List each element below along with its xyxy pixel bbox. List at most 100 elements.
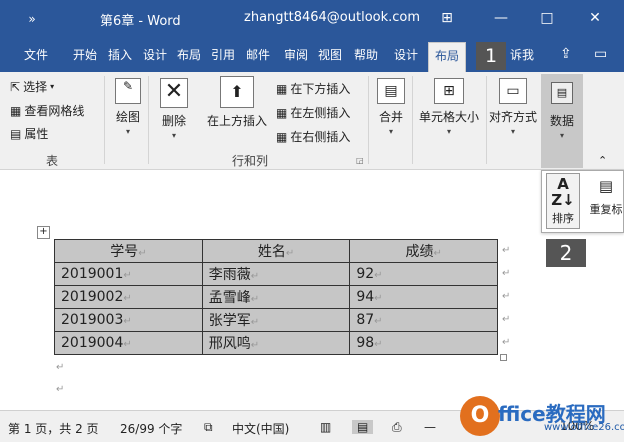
delete-label: 删除 (161, 114, 186, 128)
data-button[interactable]: ▤ 数据 ▾ (541, 74, 583, 168)
print-layout-icon[interactable]: ▤ (352, 420, 374, 434)
ribbon: ⇱ 选择 ▾ ▦ 查看网格线 ▤ 属性 表 ✎ 绘图 ▾ ✕ 删除 ▾ ⬆ 在上… (0, 72, 624, 170)
table-cell[interactable]: 92↵ (349, 262, 498, 286)
select-button[interactable]: ⇱ 选择 ▾ (10, 78, 54, 95)
chevron-down-icon: ▾ (510, 127, 515, 136)
insert-above-button[interactable]: ⬆ 在上方插入 (202, 76, 272, 129)
comments-icon[interactable]: ▭ (594, 46, 607, 62)
row-end-mark-icon: ↵ (502, 337, 511, 348)
insert-row-below-icon: ▦ (276, 81, 288, 96)
page-count[interactable]: 第 1 页，共 2 页 (8, 420, 99, 437)
repeat-header-rows-button[interactable]: ▤ 重复标 (586, 173, 624, 217)
dialog-launcher-icon[interactable]: ◲ (356, 156, 364, 165)
draw-button[interactable]: ✎ 绘图 ▾ (110, 78, 146, 136)
cell-size-button[interactable]: ⊞ 单元格大小 ▾ (414, 78, 484, 136)
group-divider (368, 76, 369, 164)
properties-button[interactable]: ▤ 属性 (10, 125, 48, 142)
insert-row-above-icon: ⬆ (220, 76, 254, 108)
merge-button[interactable]: ▤ 合并 ▾ (372, 78, 410, 136)
paragraph-mark-icon: ↵ (56, 362, 65, 373)
table-cell[interactable]: 孟雪峰↵ (201, 285, 351, 309)
sort-az-icon: A Z↓ (551, 175, 575, 209)
insert-left-label: 在左侧插入 (290, 106, 351, 120)
table-resize-handle-icon[interactable] (500, 354, 507, 361)
chevron-down-icon: ▾ (388, 127, 393, 136)
word-count[interactable]: 26/99 个字 (120, 420, 182, 437)
cursor-arrow-icon: ⇱ (10, 79, 21, 94)
insert-left-button[interactable]: ▦ 在左侧插入 (276, 104, 350, 121)
insert-right-button[interactable]: ▦ 在右侧插入 (276, 128, 350, 145)
tab-insert[interactable]: 插入 (108, 46, 132, 63)
ribbon-display-options-icon[interactable]: ⊞ (424, 6, 470, 30)
chevron-down-icon: ▾ (50, 82, 55, 91)
share-icon[interactable]: ⇪ (560, 46, 572, 62)
delete-table-icon: ✕ (160, 78, 188, 108)
tab-design[interactable]: 设计 (143, 46, 167, 63)
tab-mailings[interactable]: 邮件 (246, 46, 270, 63)
table-cell[interactable]: 2019003↵ (54, 308, 203, 332)
view-gridlines-button[interactable]: ▦ 查看网格线 (10, 102, 84, 119)
collapse-ribbon-icon[interactable]: ⌃ (598, 154, 607, 167)
repeat-header-icon: ▤ (598, 177, 614, 195)
insert-below-button[interactable]: ▦ 在下方插入 (276, 80, 350, 97)
tell-me-search[interactable]: 诉我 (510, 46, 534, 63)
quick-access-toolbar-icon[interactable]: » (0, 12, 64, 26)
account-name[interactable]: zhangtt8464@outlook.com (244, 10, 420, 25)
alignment-icon: ▭ (499, 78, 527, 104)
paragraph-mark-icon: ↵ (56, 384, 65, 395)
office-logo-icon: O (460, 396, 500, 436)
language-indicator[interactable]: 中文(中国) (232, 420, 289, 437)
table-cell[interactable]: 2019001↵ (54, 262, 203, 286)
table-cell[interactable]: 李雨薇↵ (201, 262, 351, 286)
table-cell[interactable]: 2019002↵ (54, 285, 203, 309)
table-cell[interactable]: 张学军↵ (201, 308, 351, 332)
table-move-handle-icon[interactable]: + (37, 226, 50, 239)
alignment-button[interactable]: ▭ 对齐方式 ▾ (486, 78, 540, 136)
tab-references[interactable]: 引用 (211, 46, 235, 63)
tab-file[interactable]: 文件 (24, 46, 48, 63)
table-row: 2019004↵ 邢风鸣↵ 98↵ (54, 331, 498, 355)
sort-button[interactable]: A Z↓ 排序 (546, 173, 580, 229)
row-end-mark-icon: ↵ (502, 291, 511, 302)
merge-label: 合并 (378, 110, 403, 124)
maximize-button[interactable]: □ (524, 6, 570, 30)
draw-label: 绘图 (115, 110, 140, 124)
tab-table-design[interactable]: 设计 (394, 46, 418, 63)
header-cell[interactable]: 姓名↵ (201, 239, 351, 263)
tab-review[interactable]: 审阅 (284, 46, 308, 63)
table-cell[interactable]: 2019004↵ (54, 331, 203, 355)
row-end-mark-icon: ↵ (502, 314, 511, 325)
table-cell[interactable]: 87↵ (349, 308, 498, 332)
table-cell[interactable]: 邢风鸣↵ (201, 331, 351, 355)
group-divider (412, 76, 413, 164)
title-bar: » 第6章 - Word zhangtt8464@outlook.com ⊞ —… (0, 0, 624, 37)
tab-table-layout[interactable]: 布局 (428, 42, 467, 72)
table-cell[interactable]: 94↵ (349, 285, 498, 309)
zoom-out-icon[interactable]: — (424, 420, 436, 434)
step-callout-1: 1 (476, 42, 506, 70)
web-layout-icon[interactable]: ⎙ (392, 420, 402, 435)
paragraph-mark-icon: ↵ (433, 248, 442, 259)
merge-cells-icon: ▤ (377, 78, 405, 104)
ribbon-tabs: 文件 开始 插入 设计 布局 引用 邮件 审阅 视图 帮助 设计 布局 诉我 ⇪… (0, 37, 624, 72)
header-cell[interactable]: 学号↵ (54, 239, 203, 263)
row-end-mark-icon: ↵ (502, 245, 511, 256)
tab-layout[interactable]: 布局 (177, 46, 201, 63)
header-cell[interactable]: 成绩↵ (349, 239, 498, 263)
proofing-icon[interactable]: ⧉ (204, 420, 213, 435)
table-cell[interactable]: 98↵ (349, 331, 498, 355)
sort-label: 排序 (552, 212, 574, 225)
tab-help[interactable]: 帮助 (354, 46, 378, 63)
chevron-down-icon: ▾ (125, 127, 130, 136)
minimize-button[interactable]: — (478, 6, 524, 30)
group-divider (104, 76, 105, 164)
tab-home[interactable]: 开始 (73, 46, 97, 63)
delete-button[interactable]: ✕ 删除 ▾ (154, 78, 194, 140)
close-button[interactable]: ✕ (572, 6, 618, 30)
draw-table-icon: ✎ (115, 78, 141, 104)
repeat-header-label: 重复标 (589, 203, 623, 216)
paragraph-mark-icon: ↵ (138, 248, 147, 259)
read-mode-icon[interactable]: ▥ (320, 420, 331, 434)
tab-view[interactable]: 视图 (318, 46, 342, 63)
grades-table[interactable]: 学号↵ 姓名↵ 成绩↵ 2019001↵ 李雨薇↵ 92↵ 2019002↵ 孟… (54, 239, 498, 355)
